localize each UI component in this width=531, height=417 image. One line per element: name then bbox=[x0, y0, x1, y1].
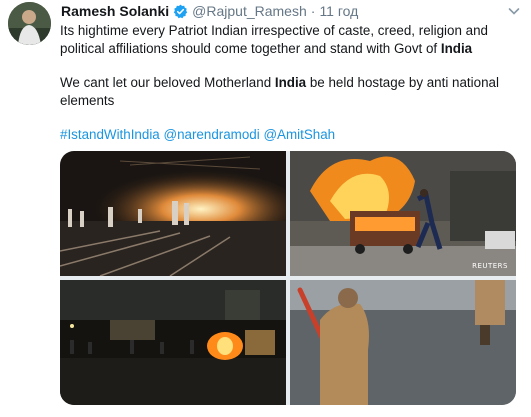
verified-badge-icon bbox=[173, 4, 188, 19]
reuters-watermark: REUTERS bbox=[472, 262, 508, 270]
chevron-down-icon[interactable] bbox=[507, 4, 521, 18]
media-photo[interactable]: REUTERS bbox=[290, 151, 516, 276]
paragraph-text: We cant let our beloved Motherland bbox=[60, 75, 275, 90]
media-photo[interactable] bbox=[290, 280, 516, 405]
media-grid: REUTERS bbox=[60, 151, 516, 405]
avatar[interactable] bbox=[8, 2, 51, 45]
separator-dot: · bbox=[310, 3, 316, 19]
mention-link[interactable]: @narendramodi bbox=[163, 127, 259, 142]
author-name[interactable]: Ramesh Solanki bbox=[61, 3, 169, 19]
tweet-paragraph-1: Its hightime every Patriot Indian irresp… bbox=[60, 22, 512, 58]
tweet-text: Its hightime every Patriot Indian irresp… bbox=[60, 22, 512, 160]
tweet-timestamp[interactable]: 11 год bbox=[319, 3, 358, 19]
hashtag-link[interactable]: #IstandWithIndia bbox=[60, 127, 160, 142]
author-handle[interactable]: @Rajput_Ramesh bbox=[192, 3, 307, 19]
mention-link[interactable]: @AmitShah bbox=[263, 127, 335, 142]
bold-text: India bbox=[440, 41, 473, 56]
bold-text: India bbox=[274, 75, 307, 90]
media-photo[interactable] bbox=[60, 151, 286, 276]
tweet-paragraph-2: We cant let our beloved Motherland India… bbox=[60, 74, 512, 110]
tweet-links: #IstandWithIndia @narendramodi @AmitShah bbox=[60, 126, 512, 144]
media-photo[interactable] bbox=[60, 280, 286, 405]
tweet-header: Ramesh Solanki @Rajput_Ramesh · 11 год bbox=[61, 1, 517, 21]
paragraph-text: Its hightime every Patriot Indian irresp… bbox=[60, 23, 488, 56]
